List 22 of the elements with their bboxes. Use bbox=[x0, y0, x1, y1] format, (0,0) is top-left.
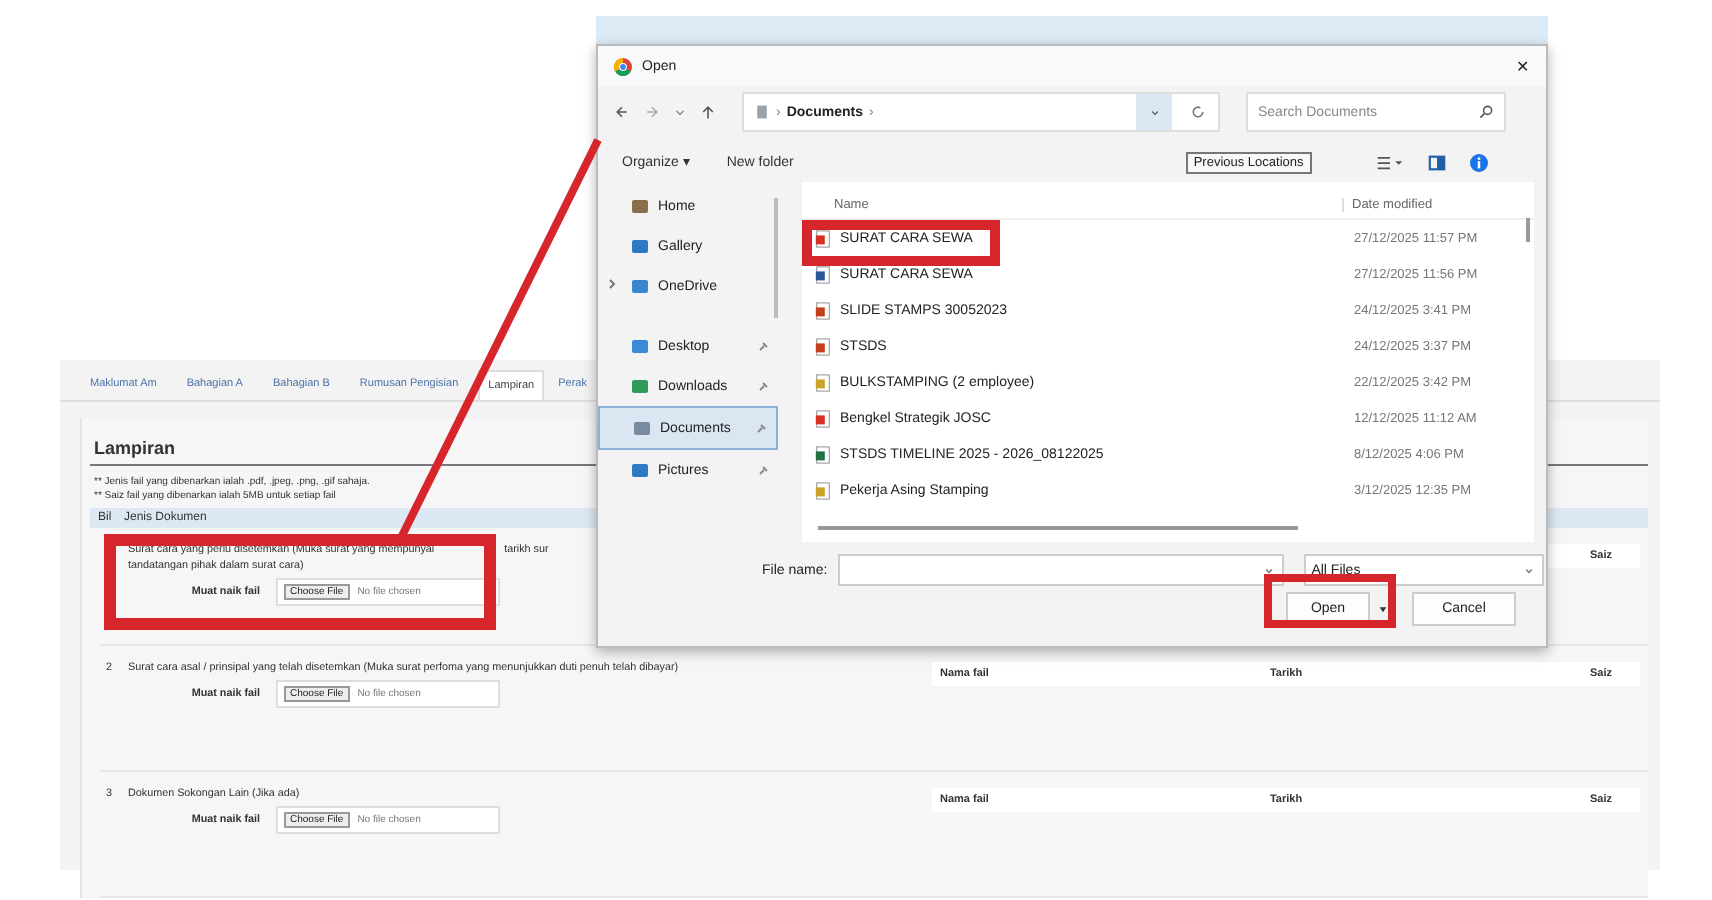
chevron-down-icon bbox=[1521, 563, 1536, 577]
chevron-down-icon[interactable] bbox=[1147, 105, 1161, 119]
refresh-icon[interactable] bbox=[1190, 104, 1206, 120]
search-icon bbox=[1478, 104, 1494, 120]
pin-icon bbox=[758, 340, 770, 352]
expand-icon[interactable] bbox=[606, 278, 618, 290]
pin-icon bbox=[756, 422, 768, 434]
drive-icon bbox=[754, 104, 770, 120]
folder-icon bbox=[632, 418, 652, 438]
pin-icon bbox=[758, 464, 770, 476]
chevron-down-icon[interactable] bbox=[1261, 563, 1276, 577]
annotation-box bbox=[1264, 574, 1396, 628]
up-icon[interactable] bbox=[700, 104, 716, 120]
browser-logo-icon bbox=[614, 57, 632, 75]
pin-icon bbox=[758, 380, 770, 392]
file-name-field[interactable] bbox=[837, 554, 1284, 586]
folder-icon bbox=[630, 460, 650, 480]
view-menu-icon[interactable] bbox=[1375, 153, 1404, 171]
back-icon[interactable] bbox=[614, 104, 630, 120]
help-icon[interactable] bbox=[1469, 153, 1488, 171]
close-button[interactable]: ✕ bbox=[1516, 57, 1530, 75]
preview-pane-icon[interactable] bbox=[1427, 153, 1446, 171]
